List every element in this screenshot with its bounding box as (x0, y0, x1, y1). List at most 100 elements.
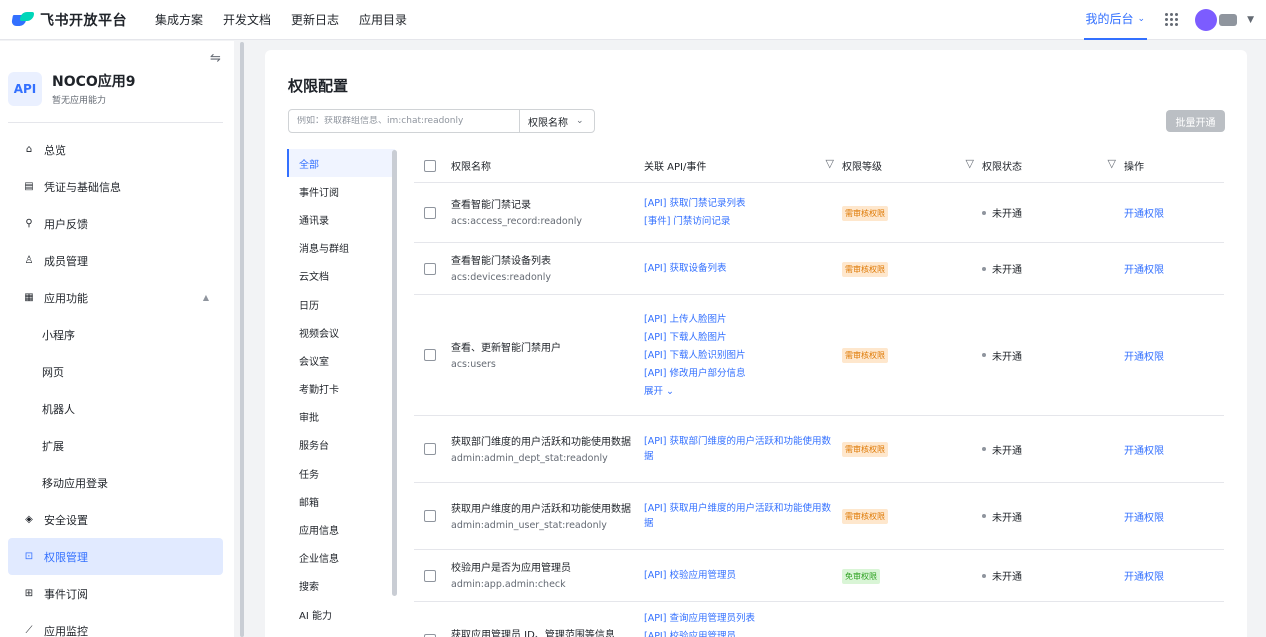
nav-link-app-directory[interactable]: 应用目录 (359, 11, 407, 28)
chevron-down-icon[interactable]: ▼ (1247, 15, 1254, 25)
category-item[interactable]: 服务台 (287, 431, 395, 459)
category-list: 全部 事件订阅 通讯录 消息与群组 云文档 日历 视频会议 会议室 考勤打卡 审… (287, 149, 395, 628)
permission-table: 权限名称 关联 API/事件 ▽ 权限等级 ▽ 权限状态 ▽ 操作 查看智能门禁记录 … (414, 149, 1224, 637)
sidebar-item-web[interactable]: 网页 (8, 353, 223, 390)
api-link[interactable]: [API] 下载人脸图片 (644, 330, 834, 345)
my-backend-menu[interactable]: 我的后台 ⌄ (1083, 0, 1148, 40)
status-text: 未开通 (992, 572, 1022, 583)
category-item[interactable]: AI 能力 (287, 600, 395, 628)
row-checkbox[interactable] (424, 510, 436, 522)
category-item[interactable]: 会议室 (287, 346, 395, 374)
nav-link-docs[interactable]: 开发文档 (223, 11, 271, 28)
api-link[interactable]: [API] 上传人脸图片 (644, 312, 834, 327)
collapse-sidebar-icon[interactable]: ⇋ (210, 51, 221, 66)
sidebar-item-monitoring[interactable]: ⟋ 应用监控 (8, 612, 223, 637)
lock-icon: ⊡ (24, 551, 34, 562)
status-dot (982, 210, 986, 215)
api-link[interactable]: [API] 获取门禁记录列表 (644, 196, 834, 211)
row-checkbox[interactable] (424, 206, 436, 219)
api-link[interactable]: [API] 校验应用管理员 (644, 629, 834, 637)
user-avatar[interactable] (1195, 8, 1218, 31)
sidebar-item-label: 应用功能 (44, 291, 88, 305)
apps-grid-icon[interactable] (1165, 12, 1179, 27)
tenant-avatar[interactable] (1219, 13, 1238, 26)
sidebar-item-overview[interactable]: ⌂ 总览 (8, 131, 223, 168)
select-all-checkbox[interactable] (424, 159, 436, 172)
permission-code: acs:access_record:readonly (451, 216, 582, 227)
enable-permission-link[interactable]: 开通权限 (1124, 352, 1164, 363)
sidebar-item-label: 成员管理 (44, 254, 88, 268)
sidebar-scrollbar[interactable] (240, 42, 244, 637)
sidebar-item-app-features[interactable]: ▦ 应用功能 ▲ (8, 279, 223, 316)
nav-link-solutions[interactable]: 集成方案 (155, 11, 203, 28)
filter-icon[interactable]: ▽ (966, 157, 974, 170)
sidebar-item-label: 总览 (44, 143, 66, 157)
app-name: NOCO应用9 (52, 74, 136, 90)
user-icon: ♙ (24, 255, 34, 266)
row-checkbox[interactable] (424, 569, 436, 582)
shield-icon: ◈ (25, 514, 33, 525)
sidebar-item-security[interactable]: ◈ 安全设置 (8, 501, 223, 538)
category-item[interactable]: 事件订阅 (287, 177, 395, 205)
batch-enable-button[interactable]: 批量开通 (1166, 110, 1225, 132)
page-title: 权限配置 (288, 77, 349, 95)
top-right: 我的后台 ⌄ ▼ (1083, 0, 1266, 40)
search-type-label: 权限名称 (528, 117, 568, 129)
api-link[interactable]: [API] 校验应用管理员 (644, 568, 834, 583)
sidebar-item-mini-program[interactable]: 小程序 (8, 316, 223, 353)
category-item[interactable]: 日历 (287, 290, 395, 318)
category-item[interactable]: 搜索 (287, 572, 395, 600)
api-link[interactable]: [API] 查询应用管理员列表 (644, 611, 834, 626)
sidebar-item-bot[interactable]: 机器人 (8, 390, 223, 427)
search-type-select[interactable]: 权限名称 ⌄ (519, 110, 594, 132)
permission-code: admin:admin_dept_stat:readonly (451, 452, 608, 464)
category-item[interactable]: 任务 (287, 459, 395, 487)
sidebar-item-credentials[interactable]: ▤ 凭证与基础信息 (8, 168, 223, 205)
category-item[interactable]: 考勤打卡 (287, 375, 395, 403)
filter-icon[interactable]: ▽ (826, 157, 834, 170)
api-link[interactable]: [API] 获取用户维度的用户活跃和功能使用数据 (644, 501, 834, 531)
enable-permission-link[interactable]: 开通权限 (1124, 446, 1164, 457)
level-badge: 需审核权限 (842, 348, 888, 363)
category-item[interactable]: 应用信息 (287, 515, 395, 543)
permission-name: 查看智能门禁设备列表 (451, 256, 551, 267)
expand-link[interactable]: 展开 ⌄ (644, 384, 834, 399)
category-item[interactable]: 审批 (287, 403, 395, 431)
row-checkbox[interactable] (424, 349, 436, 361)
category-item[interactable]: 邮箱 (287, 487, 395, 515)
brand[interactable]: 飞书开放平台 (11, 10, 127, 30)
category-item[interactable]: 云文档 (287, 262, 395, 290)
category-item[interactable]: 通讯录 (287, 205, 395, 233)
sidebar-item-permissions[interactable]: ⊡ 权限管理 (8, 538, 223, 575)
table-row: 获取用户维度的用户活跃和功能使用数据 admin:admin_user_stat… (414, 483, 1224, 550)
sidebar-item-label: 扩展 (42, 439, 64, 453)
credential-icon: ▤ (24, 181, 34, 192)
sidebar-item-extension[interactable]: 扩展 (8, 427, 223, 464)
search-input[interactable] (289, 116, 519, 126)
category-item[interactable]: 消息与群组 (287, 234, 395, 262)
api-link[interactable]: [API] 获取部门维度的用户活跃和功能使用数据 (644, 434, 834, 464)
sidebar-item-feedback[interactable]: ⚲ 用户反馈 (8, 205, 223, 242)
category-scrollbar[interactable] (392, 150, 397, 596)
enable-permission-link[interactable]: 开通权限 (1124, 513, 1164, 524)
enable-permission-link[interactable]: 开通权限 (1124, 209, 1164, 220)
sidebar-item-events[interactable]: ⊞ 事件订阅 (8, 575, 223, 612)
chevron-down-icon: ⌄ (663, 385, 674, 397)
category-item[interactable]: 视频会议 (287, 318, 395, 346)
api-link[interactable]: [API] 下载人脸识别图片 (644, 348, 834, 363)
enable-permission-link[interactable]: 开通权限 (1124, 572, 1164, 583)
sidebar-item-mobile-login[interactable]: 移动应用登录 (8, 464, 223, 501)
sidebar-item-members[interactable]: ♙ 成员管理 (8, 242, 223, 279)
row-checkbox[interactable] (424, 262, 436, 275)
divider (8, 122, 223, 123)
api-link[interactable]: [事件] 门禁访问记录 (644, 214, 834, 229)
api-link[interactable]: [API] 获取设备列表 (644, 261, 834, 276)
permission-name: 查看智能门禁记录 (451, 200, 531, 211)
nav-link-changelog[interactable]: 更新日志 (291, 11, 339, 28)
enable-permission-link[interactable]: 开通权限 (1124, 265, 1164, 276)
api-link[interactable]: [API] 修改用户部分信息 (644, 366, 834, 381)
category-all[interactable]: 全部 (287, 149, 395, 178)
row-checkbox[interactable] (424, 443, 436, 455)
filter-icon[interactable]: ▽ (1108, 157, 1116, 170)
category-item[interactable]: 企业信息 (287, 544, 395, 572)
